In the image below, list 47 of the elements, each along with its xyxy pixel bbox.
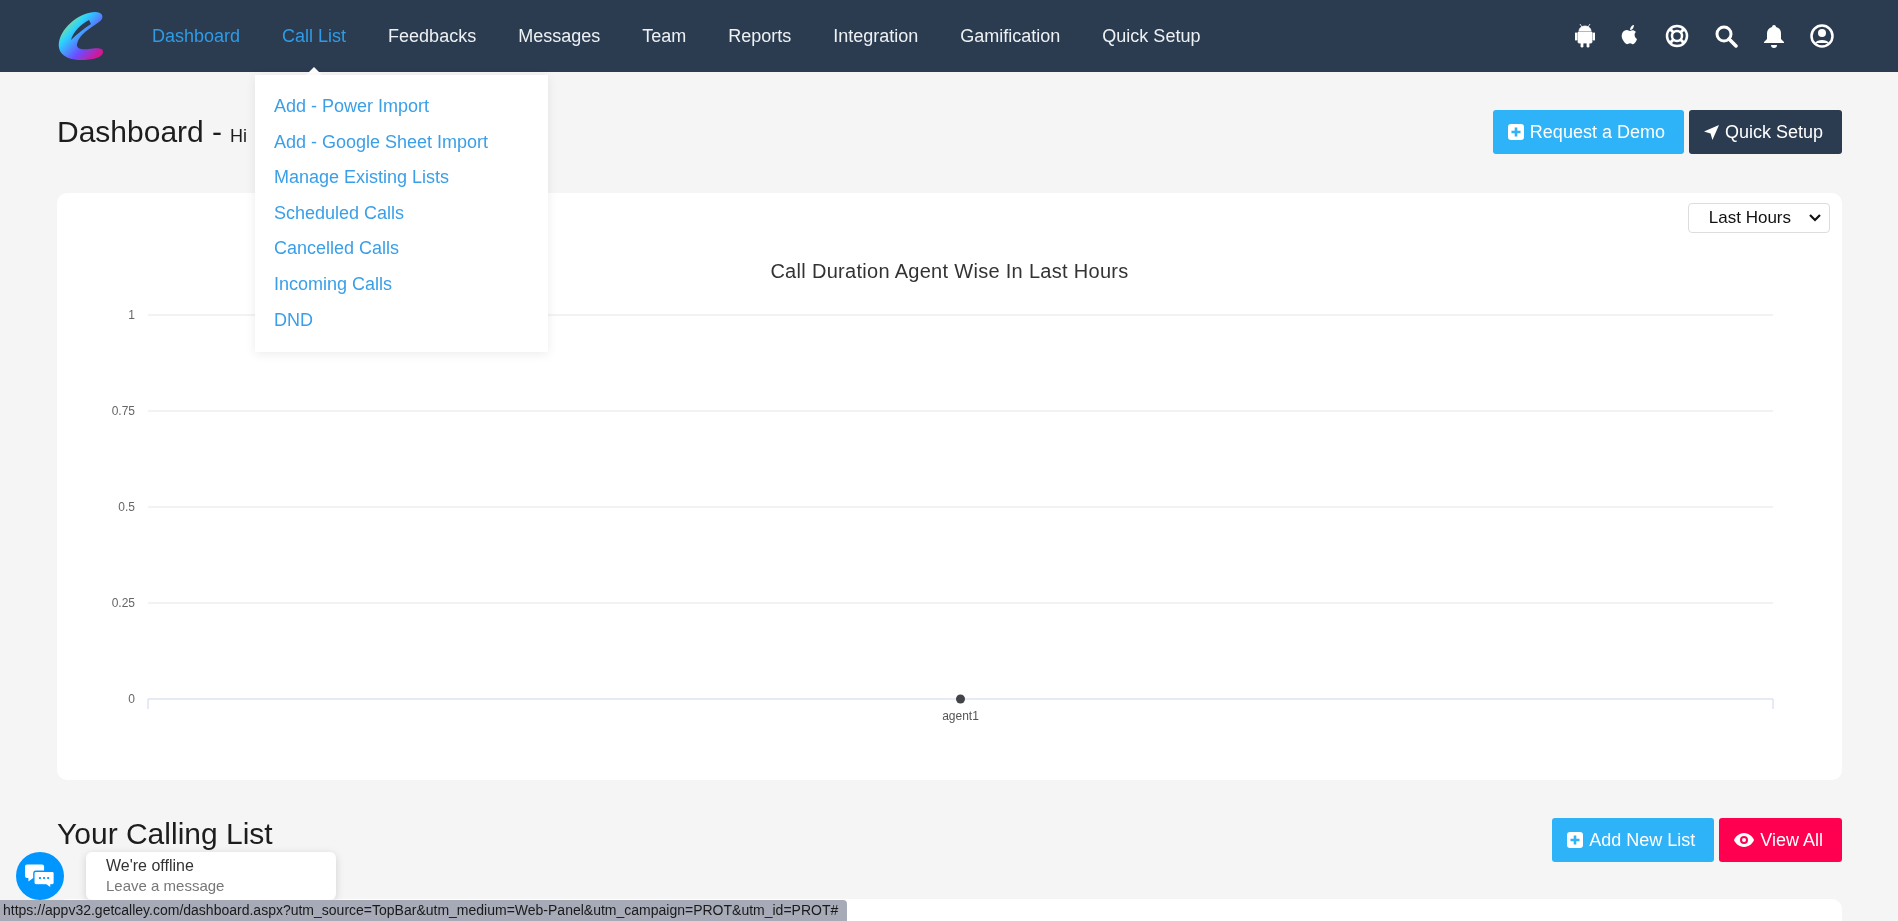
y-axis-tick-label: 0 [128,692,135,706]
nav-link[interactable]: Team [621,0,708,72]
add-button[interactable]: Request a Demo [1492,110,1684,154]
dropdown-item[interactable]: Add - Google Sheet Import [255,124,489,161]
eye-icon [1734,833,1755,847]
nav-link[interactable]: Integration [812,0,940,72]
nav-link[interactable]: Gamification [939,0,1082,72]
lifebuoy-icon[interactable] [1665,24,1689,48]
bell-icon[interactable] [1763,24,1785,48]
dropdown-item[interactable]: Incoming Calls [255,266,393,303]
plus-icon [1567,832,1584,848]
dropdown-item[interactable]: Manage Existing Lists [255,160,450,196]
y-axis-tick-label: 0.75 [111,404,135,418]
chevron-down-icon [1809,214,1821,222]
chat-status-text: We're offline [106,856,195,876]
status-bar-url: https://appv32.getcalley.com/dashboard.aspx?utm_source=TopBar&utm_medium=Web-Panel&utm_campaign=PROT&utm_id=PROT# [0,900,848,921]
page-title: Dashboard - [57,115,223,149]
dropdown-item[interactable]: DND [255,302,313,339]
android-icon[interactable] [1575,24,1595,48]
add-button[interactable]: Add New List [1552,818,1715,862]
section-title: Your Calling List [57,817,273,851]
nav-link[interactable]: Feedbacks [367,0,498,72]
nav-link[interactable]: Reports [707,0,813,72]
data-point [956,694,965,704]
chat-bubbles-icon [25,863,55,889]
y-axis-tick-label: 1 [128,308,135,322]
plus-icon [1507,124,1524,140]
nav-link[interactable]: Quick Setup [1081,0,1222,72]
greeting-text: Hi [230,126,248,147]
view-all-button[interactable]: View All [1719,818,1842,862]
chat-prompt-text[interactable]: Leave a message [106,876,225,896]
nav-link[interactable]: Call List [261,0,368,72]
quick-setup-button[interactable]: Quick Setup [1688,110,1842,154]
nav-link[interactable]: Dashboard [131,0,262,72]
nav-link[interactable]: Messages [497,0,622,72]
chat-button[interactable] [16,852,64,900]
user-icon[interactable] [1810,24,1834,48]
time-range-dropdown[interactable]: Last Hours [1687,203,1830,233]
dropdown-item[interactable]: Scheduled Calls [255,195,405,232]
dropdown-item[interactable]: Add - Power Import [255,89,430,125]
y-axis-tick-label: 0.5 [118,500,135,514]
x-axis-label: agent1 [942,709,979,723]
location-arrow-icon [1703,124,1719,140]
search-icon[interactable] [1714,24,1738,48]
y-axis-tick-label: 0.25 [111,596,135,610]
chart-title: Call Duration Agent Wise In Last Hours [770,259,1129,284]
dropdown-item[interactable]: Cancelled Calls [255,231,400,267]
